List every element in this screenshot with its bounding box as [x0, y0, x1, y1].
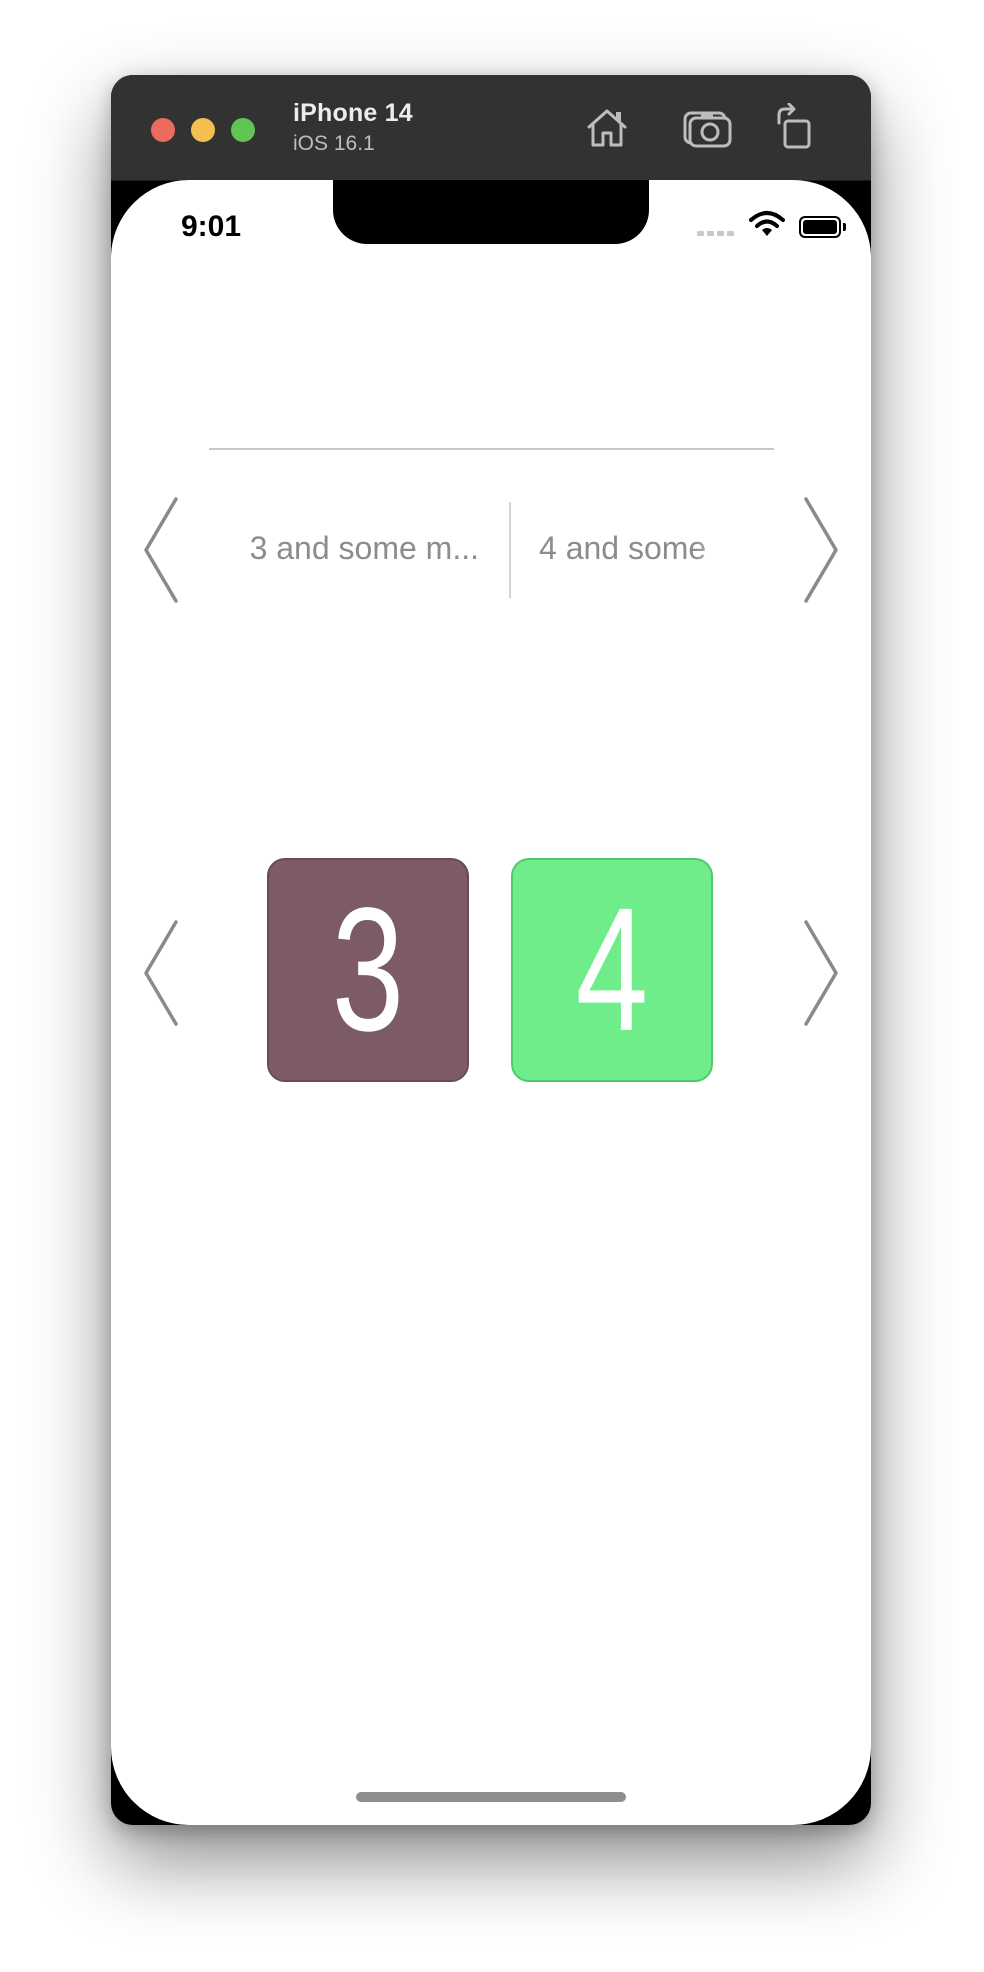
cellular-signal-icon	[697, 231, 735, 237]
chevron-left-icon[interactable]	[141, 495, 181, 605]
tile-number: 3	[331, 872, 405, 1068]
rotate-icon[interactable]	[771, 103, 823, 153]
number-tile[interactable]: 4	[511, 858, 713, 1082]
home-icon[interactable]	[581, 103, 633, 153]
text-carousel[interactable]: 3 and some m... 4 and some	[241, 498, 741, 598]
device-notch	[333, 180, 649, 244]
os-version: iOS 16.1	[293, 132, 375, 155]
simulator-titlebar: iPhone 14 iOS 16.1	[111, 75, 871, 181]
close-window-button[interactable]	[151, 118, 175, 142]
device-screen: 9:01 3 and some m... 4 and some 3 4	[111, 180, 871, 1825]
zoom-window-button[interactable]	[231, 118, 255, 142]
home-indicator[interactable]	[356, 1792, 626, 1802]
divider-line	[209, 448, 774, 450]
battery-icon	[799, 216, 841, 238]
simulator-window: iPhone 14 iOS 16.1 9:01 3 and some m... …	[111, 75, 871, 1825]
camera-icon[interactable]	[681, 103, 733, 153]
status-icons	[697, 210, 847, 244]
desktop-background: iPhone 14 iOS 16.1 9:01 3 and some m... …	[0, 0, 984, 1972]
tile-number: 4	[575, 872, 649, 1068]
chevron-left-icon[interactable]	[141, 918, 181, 1028]
battery-cap	[843, 223, 846, 231]
chevron-right-icon[interactable]	[801, 918, 841, 1028]
carousel-text-item[interactable]: 4 and some	[539, 498, 739, 598]
carousel-text-item[interactable]: 3 and some m...	[241, 498, 479, 598]
minimize-window-button[interactable]	[191, 118, 215, 142]
status-time: 9:01	[181, 210, 242, 243]
chevron-right-icon[interactable]	[801, 495, 841, 605]
carousel-item-separator	[509, 502, 511, 598]
device-name: iPhone 14	[293, 99, 413, 127]
wifi-icon	[749, 210, 785, 240]
number-tile[interactable]: 3	[267, 858, 469, 1082]
